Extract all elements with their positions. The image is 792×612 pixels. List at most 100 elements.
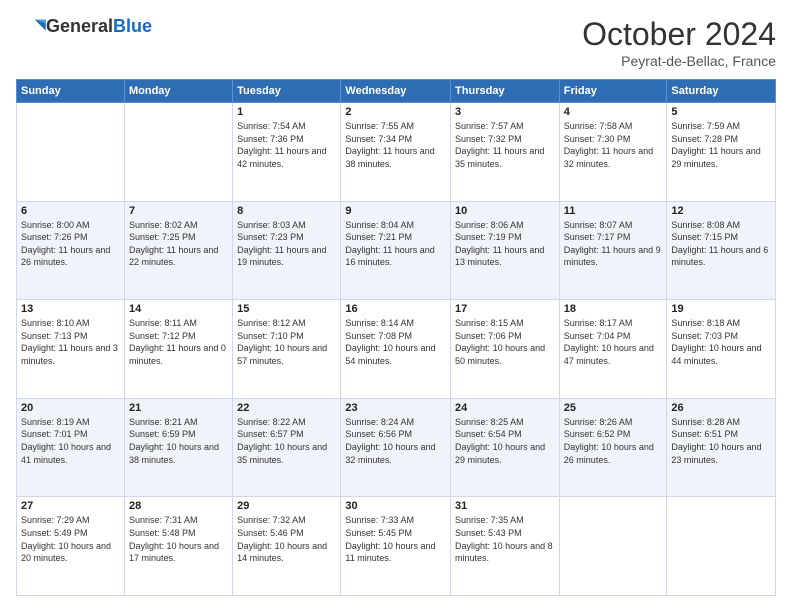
calendar-cell: 6 Sunrise: 8:00 AM Sunset: 7:26 PM Daylig… [17, 201, 125, 300]
cell-detail: Sunrise: 7:57 AM Sunset: 7:32 PM Dayligh… [455, 120, 555, 170]
cell-detail: Sunrise: 7:59 AM Sunset: 7:28 PM Dayligh… [671, 120, 771, 170]
col-thursday: Thursday [451, 80, 560, 103]
cell-day-number: 31 [455, 500, 555, 512]
col-friday: Friday [559, 80, 667, 103]
cell-detail: Sunrise: 7:35 AM Sunset: 5:43 PM Dayligh… [455, 514, 555, 564]
calendar-cell: 10 Sunrise: 8:06 AM Sunset: 7:19 PM Dayli… [451, 201, 560, 300]
cell-day-number: 14 [129, 303, 228, 315]
cell-detail: Sunrise: 7:58 AM Sunset: 7:30 PM Dayligh… [564, 120, 663, 170]
cell-detail: Sunrise: 7:54 AM Sunset: 7:36 PM Dayligh… [237, 120, 336, 170]
cell-detail: Sunrise: 8:21 AM Sunset: 6:59 PM Dayligh… [129, 416, 228, 466]
cell-detail: Sunrise: 8:06 AM Sunset: 7:19 PM Dayligh… [455, 219, 555, 269]
calendar-cell [559, 497, 667, 596]
calendar-cell: 14 Sunrise: 8:11 AM Sunset: 7:12 PM Dayli… [124, 300, 232, 399]
cell-detail: Sunrise: 8:11 AM Sunset: 7:12 PM Dayligh… [129, 317, 228, 367]
title-block: October 2024 Peyrat-de-Bellac, France [582, 16, 776, 69]
calendar-cell: 16Sunrise: 8:14 AM Sunset: 7:08 PM Dayli… [341, 300, 451, 399]
cell-detail: Sunrise: 7:31 AM Sunset: 5:48 PM Dayligh… [129, 514, 228, 564]
cell-detail: Sunrise: 8:26 AM Sunset: 6:52 PM Dayligh… [564, 416, 663, 466]
cell-detail: Sunrise: 7:55 AM Sunset: 7:34 PM Dayligh… [345, 120, 446, 170]
calendar-cell: 17Sunrise: 8:15 AM Sunset: 7:06 PM Dayli… [451, 300, 560, 399]
cell-day-number: 4 [564, 106, 663, 118]
cell-day-number: 8 [237, 205, 336, 217]
cell-detail: Sunrise: 8:04 AM Sunset: 7:21 PM Dayligh… [345, 219, 446, 269]
calendar-cell: 24 Sunrise: 8:25 AM Sunset: 6:54 PM Dayli… [451, 398, 560, 497]
calendar-cell: 22 Sunrise: 8:22 AM Sunset: 6:57 PM Dayli… [233, 398, 341, 497]
cell-detail: Sunrise: 8:15 AM Sunset: 7:06 PM Dayligh… [455, 317, 555, 367]
calendar-cell [17, 103, 125, 202]
cell-detail: Sunrise: 8:02 AM Sunset: 7:25 PM Dayligh… [129, 219, 228, 269]
calendar-cell [667, 497, 776, 596]
page-header: GeneralBlue October 2024 Peyrat-de-Bella… [16, 16, 776, 69]
cell-day-number: 19 [671, 303, 771, 315]
calendar-cell: 28 Sunrise: 7:31 AM Sunset: 5:48 PM Dayli… [124, 497, 232, 596]
cell-detail: Sunrise: 8:28 AM Sunset: 6:51 PM Dayligh… [671, 416, 771, 466]
cell-detail: Sunrise: 8:00 AM Sunset: 7:26 PM Dayligh… [21, 219, 120, 269]
calendar-cell: 11Sunrise: 8:07 AM Sunset: 7:17 PM Dayli… [559, 201, 667, 300]
cell-detail: Sunrise: 8:07 AM Sunset: 7:17 PM Dayligh… [564, 219, 663, 269]
cell-detail: Sunrise: 8:24 AM Sunset: 6:56 PM Dayligh… [345, 416, 446, 466]
cell-day-number: 13 [21, 303, 120, 315]
cell-day-number: 15 [237, 303, 336, 315]
calendar-cell [124, 103, 232, 202]
cell-day-number: 7 [129, 205, 228, 217]
cell-day-number: 12 [671, 205, 771, 217]
calendar-cell: 19 Sunrise: 8:18 AM Sunset: 7:03 PM Dayli… [667, 300, 776, 399]
cell-detail: Sunrise: 7:32 AM Sunset: 5:46 PM Dayligh… [237, 514, 336, 564]
cell-detail: Sunrise: 8:22 AM Sunset: 6:57 PM Dayligh… [237, 416, 336, 466]
cell-day-number: 29 [237, 500, 336, 512]
cell-detail: Sunrise: 8:10 AM Sunset: 7:13 PM Dayligh… [21, 317, 120, 367]
calendar-cell: 27Sunrise: 7:29 AM Sunset: 5:49 PM Dayli… [17, 497, 125, 596]
calendar-cell: 8 Sunrise: 8:03 AM Sunset: 7:23 PM Daylig… [233, 201, 341, 300]
cell-day-number: 23 [345, 402, 446, 414]
calendar-week-2: 6 Sunrise: 8:00 AM Sunset: 7:26 PM Daylig… [17, 201, 776, 300]
calendar-cell: 5 Sunrise: 7:59 AM Sunset: 7:28 PM Daylig… [667, 103, 776, 202]
logo-icon [18, 16, 46, 38]
calendar-week-4: 20 Sunrise: 8:19 AM Sunset: 7:01 PM Dayli… [17, 398, 776, 497]
calendar-cell: 31 Sunrise: 7:35 AM Sunset: 5:43 PM Dayli… [451, 497, 560, 596]
logo: GeneralBlue [16, 16, 152, 38]
cell-detail: Sunrise: 7:33 AM Sunset: 5:45 PM Dayligh… [345, 514, 446, 564]
cell-day-number: 9 [345, 205, 446, 217]
logo-general-text: General [46, 16, 113, 36]
calendar-week-1: 1 Sunrise: 7:54 AM Sunset: 7:36 PM Daylig… [17, 103, 776, 202]
col-wednesday: Wednesday [341, 80, 451, 103]
cell-day-number: 24 [455, 402, 555, 414]
calendar-cell: 21Sunrise: 8:21 AM Sunset: 6:59 PM Dayli… [124, 398, 232, 497]
calendar-week-3: 13 Sunrise: 8:10 AM Sunset: 7:13 PM Dayli… [17, 300, 776, 399]
calendar-cell: 18Sunrise: 8:17 AM Sunset: 7:04 PM Dayli… [559, 300, 667, 399]
col-monday: Monday [124, 80, 232, 103]
logo-blue-text: Blue [113, 16, 152, 36]
cell-detail: Sunrise: 8:19 AM Sunset: 7:01 PM Dayligh… [21, 416, 120, 466]
calendar-cell: 23 Sunrise: 8:24 AM Sunset: 6:56 PM Dayli… [341, 398, 451, 497]
cell-detail: Sunrise: 8:03 AM Sunset: 7:23 PM Dayligh… [237, 219, 336, 269]
cell-day-number: 20 [21, 402, 120, 414]
cell-day-number: 16 [345, 303, 446, 315]
calendar-cell: 4 Sunrise: 7:58 AM Sunset: 7:30 PM Daylig… [559, 103, 667, 202]
calendar-cell: 15Sunrise: 8:12 AM Sunset: 7:10 PM Dayli… [233, 300, 341, 399]
calendar-header-row: Sunday Monday Tuesday Wednesday Thursday… [17, 80, 776, 103]
cell-day-number: 28 [129, 500, 228, 512]
cell-detail: Sunrise: 8:25 AM Sunset: 6:54 PM Dayligh… [455, 416, 555, 466]
calendar-week-5: 27Sunrise: 7:29 AM Sunset: 5:49 PM Dayli… [17, 497, 776, 596]
cell-day-number: 10 [455, 205, 555, 217]
col-tuesday: Tuesday [233, 80, 341, 103]
calendar-cell: 12Sunrise: 8:08 AM Sunset: 7:15 PM Dayli… [667, 201, 776, 300]
cell-day-number: 26 [671, 402, 771, 414]
col-sunday: Sunday [17, 80, 125, 103]
cell-day-number: 2 [345, 106, 446, 118]
month-title: October 2024 [582, 16, 776, 53]
location: Peyrat-de-Bellac, France [582, 53, 776, 69]
calendar-cell: 9 Sunrise: 8:04 AM Sunset: 7:21 PM Daylig… [341, 201, 451, 300]
cell-day-number: 3 [455, 106, 555, 118]
cell-detail: Sunrise: 8:18 AM Sunset: 7:03 PM Dayligh… [671, 317, 771, 367]
cell-detail: Sunrise: 7:29 AM Sunset: 5:49 PM Dayligh… [21, 514, 120, 564]
calendar-cell: 30Sunrise: 7:33 AM Sunset: 5:45 PM Dayli… [341, 497, 451, 596]
calendar-cell: 7 Sunrise: 8:02 AM Sunset: 7:25 PM Daylig… [124, 201, 232, 300]
cell-day-number: 22 [237, 402, 336, 414]
cell-day-number: 5 [671, 106, 771, 118]
cell-day-number: 6 [21, 205, 120, 217]
calendar-cell: 3 Sunrise: 7:57 AM Sunset: 7:32 PM Daylig… [451, 103, 560, 202]
cell-day-number: 1 [237, 106, 336, 118]
cell-detail: Sunrise: 8:17 AM Sunset: 7:04 PM Dayligh… [564, 317, 663, 367]
